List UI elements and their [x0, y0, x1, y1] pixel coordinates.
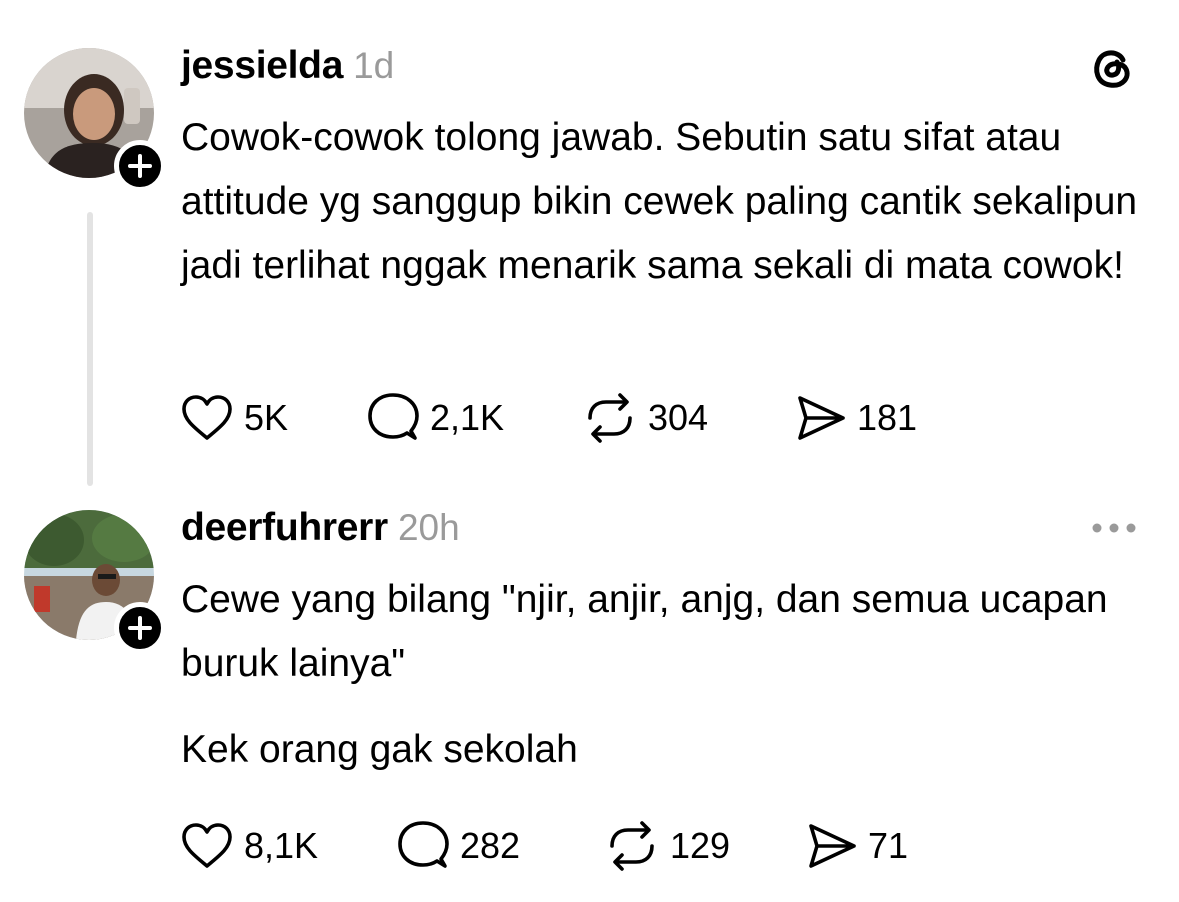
- more-options-button[interactable]: [1089, 508, 1139, 548]
- repost-icon: [610, 821, 654, 871]
- send-icon: [809, 824, 856, 868]
- plus-icon: [128, 616, 152, 640]
- timestamp[interactable]: 20h: [398, 507, 460, 549]
- reply-button[interactable]: 282: [396, 816, 520, 876]
- post-body-second-paragraph: Kek orang gak sekolah: [181, 728, 578, 771]
- repost-count: 129: [670, 825, 731, 866]
- like-count: 8,1K: [244, 825, 319, 866]
- repost-button[interactable]: 129: [604, 816, 730, 876]
- follow-button[interactable]: [114, 602, 166, 654]
- like-button[interactable]: 8,1K: [180, 816, 318, 876]
- post-body: Cewe yang bilang "njir, anjir, anjg, dan…: [181, 578, 1108, 685]
- action-bar: 8,1K 282 129 71: [0, 816, 1179, 876]
- comment-icon: [398, 821, 449, 868]
- reply-count: 282: [460, 825, 521, 866]
- username[interactable]: deerfuhrerr: [181, 506, 388, 550]
- post-text: Cewe yang bilang "njir, anjir, anjg, dan…: [181, 568, 1141, 782]
- post-deerfuhrerr: deerfuhrerr 20h Cewe yang bilang "njir, …: [0, 0, 1179, 902]
- heart-icon: [182, 823, 232, 868]
- share-button[interactable]: 71: [806, 816, 908, 876]
- more-horizontal-icon: [1092, 523, 1136, 533]
- post-header: deerfuhrerr 20h: [181, 506, 460, 550]
- share-count: 71: [868, 825, 909, 866]
